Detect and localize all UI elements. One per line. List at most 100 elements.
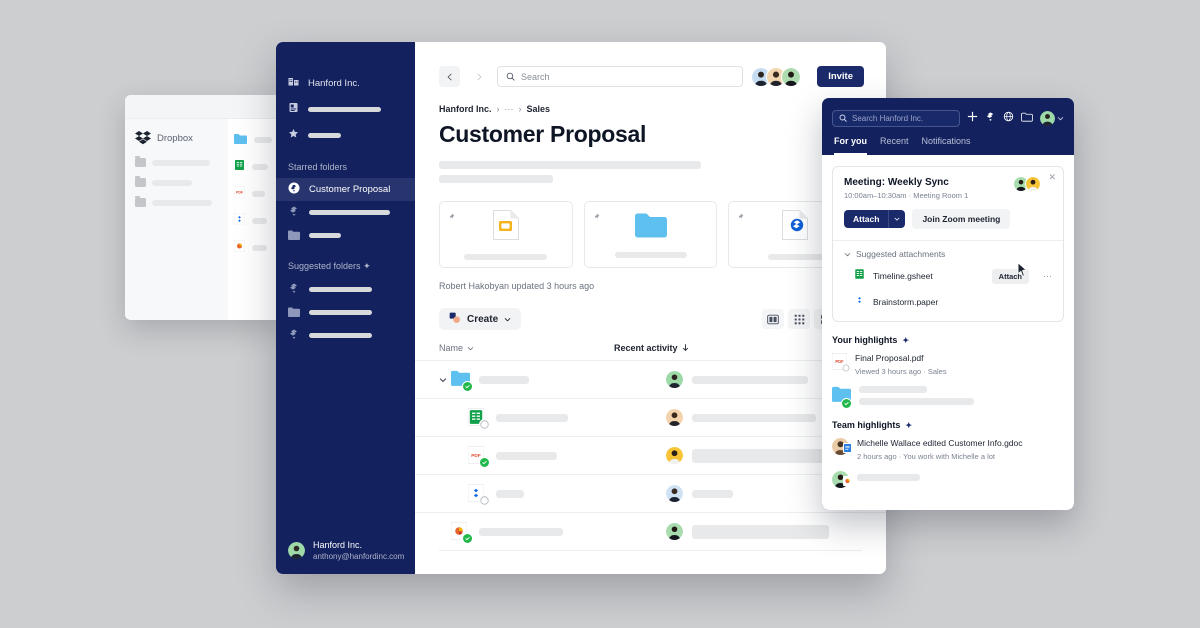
skeleton-text	[252, 218, 267, 224]
suggested-attachments-section: Suggested attachments Timeline.gsheet At…	[833, 240, 1063, 321]
highlight-item[interactable]: PDF Final Proposal.pdf Viewed 3 hours ag…	[831, 352, 1064, 377]
table-row[interactable]	[415, 398, 886, 436]
join-zoom-button[interactable]: Join Zoom meeting	[912, 209, 1011, 229]
member-avatars[interactable]	[751, 66, 802, 87]
pinned-card[interactable]	[439, 201, 573, 268]
sidebar-account[interactable]: Hanford Inc. anthony@hanfordinc.com	[276, 529, 415, 574]
forward-button[interactable]	[468, 66, 489, 87]
search-icon	[839, 114, 847, 122]
dropbox-web-window: Hanford Inc. Starred folders Customer Pr…	[276, 42, 886, 574]
popup-search-input[interactable]: Search Hanford Inc.	[832, 109, 960, 127]
folder-icon[interactable]	[1021, 109, 1033, 127]
sidebar-item-label: Customer Proposal	[309, 184, 391, 195]
plus-icon[interactable]	[967, 109, 978, 127]
chevron-down-icon	[895, 217, 900, 221]
pin-icon[interactable]	[736, 208, 744, 226]
preview-icon	[767, 314, 779, 324]
attach-button[interactable]: Attach	[844, 210, 889, 228]
invite-button[interactable]: Invite	[817, 66, 864, 87]
avatar	[288, 542, 305, 559]
table-row[interactable]	[415, 474, 886, 512]
skeleton-text	[767, 253, 823, 260]
pin-icon[interactable]	[447, 208, 455, 226]
popup-account[interactable]	[1040, 110, 1064, 126]
gdoc-icon	[843, 440, 852, 458]
breadcrumb-ellipsis[interactable]: ···	[505, 104, 514, 114]
tab-notifications[interactable]: Notifications	[922, 136, 971, 155]
list-item[interactable]	[135, 196, 218, 207]
paper-icon	[467, 483, 490, 506]
sidebar-item-documents[interactable]	[276, 96, 415, 122]
more-dots-icon[interactable]: ⋯	[1043, 271, 1052, 282]
table-header: Name Recent activity	[415, 343, 886, 353]
highlight-title: Final Proposal.pdf	[855, 353, 924, 363]
popup-header: Search Hanford Inc.	[822, 98, 1074, 127]
meeting-attendees[interactable]	[1013, 176, 1041, 192]
highlight-item[interactable]	[832, 386, 1064, 409]
skeleton-text	[692, 448, 829, 463]
pin-icon[interactable]	[592, 208, 600, 226]
skeleton-text	[152, 199, 212, 206]
skeleton-text	[252, 164, 268, 170]
table-row[interactable]: PDF	[415, 436, 886, 474]
team-highlight-item[interactable]: Michelle Wallace edited Customer Info.gd…	[832, 438, 1064, 462]
svg-text:PDF: PDF	[236, 191, 244, 195]
folder-icon	[832, 386, 852, 409]
breadcrumb-root[interactable]: Hanford Inc.	[439, 104, 492, 114]
skeleton-text	[692, 375, 808, 384]
tab-recent[interactable]: Recent	[880, 136, 909, 155]
grid-small-icon	[794, 314, 804, 324]
skeleton-text	[614, 251, 687, 258]
small-grid-view-button[interactable]	[788, 309, 810, 329]
table-row[interactable]	[415, 512, 886, 550]
skeleton-text	[439, 175, 553, 183]
search-placeholder: Search	[521, 71, 550, 82]
close-icon[interactable]: ✕	[1048, 172, 1056, 183]
sidebar-item-suggested-1[interactable]	[276, 278, 415, 301]
avatar	[666, 409, 683, 426]
list-item[interactable]	[135, 176, 218, 187]
expand-chevron-icon[interactable]	[439, 371, 451, 389]
folder-icon	[234, 131, 247, 149]
globe-icon[interactable]	[1003, 109, 1014, 127]
back-button[interactable]	[439, 66, 460, 87]
dropbox-folder-icon	[288, 327, 300, 345]
sidebar-item-suggested-3[interactable]	[276, 324, 415, 347]
sidebar-section-starred: Starred folders	[288, 162, 348, 172]
create-button[interactable]: Create	[439, 308, 522, 330]
preview-view-button[interactable]	[762, 309, 784, 329]
attach-dropdown-button[interactable]	[888, 210, 906, 228]
sidebar-item-suggested-2[interactable]	[276, 301, 415, 324]
team-highlights-label: Team highlights	[832, 420, 901, 430]
team-highlight-meta: 2 hours ago · You work with Michelle a l…	[857, 452, 995, 461]
suggested-attachments-header[interactable]: Suggested attachments	[844, 249, 1052, 259]
skeleton-text	[252, 191, 265, 197]
attachment-row[interactable]: Brainstorm.paper	[844, 293, 1052, 311]
sync-status-badge	[479, 419, 490, 430]
your-highlights-heading: Your highlights ✦	[832, 335, 1064, 345]
pinned-card[interactable]	[583, 201, 718, 268]
dropbox-icon[interactable]	[985, 109, 996, 127]
sidebar-item-starred[interactable]	[276, 122, 415, 148]
dropbox-extension-popup: Search Hanford Inc. For you Recent Notif…	[822, 98, 1074, 510]
column-activity-label: Recent activity	[614, 343, 678, 353]
skeleton-text	[692, 489, 733, 498]
column-recent-activity[interactable]: Recent activity	[614, 343, 689, 353]
column-name[interactable]: Name	[439, 343, 614, 353]
tab-for-you[interactable]: For you	[834, 136, 867, 155]
list-item[interactable]	[135, 156, 218, 167]
search-input[interactable]: Search	[497, 66, 744, 87]
slides-icon	[843, 473, 852, 491]
sidebar-item-starred-3[interactable]	[276, 224, 415, 247]
breadcrumb-separator: ›	[518, 104, 522, 114]
chevron-down-icon	[467, 346, 474, 350]
sidebar-item-customer-proposal[interactable]: Customer Proposal	[276, 178, 415, 201]
folder-icon	[135, 176, 146, 187]
sidebar-suggested-label: Suggested folders	[288, 261, 361, 271]
chevron-down-icon	[1057, 116, 1064, 120]
breadcrumb-current[interactable]: Sales	[527, 104, 551, 114]
sidebar-item-org[interactable]: Hanford Inc.	[276, 70, 415, 96]
sidebar-item-starred-2[interactable]	[276, 201, 415, 224]
table-row[interactable]	[415, 360, 886, 398]
team-highlight-item[interactable]	[832, 471, 1064, 488]
